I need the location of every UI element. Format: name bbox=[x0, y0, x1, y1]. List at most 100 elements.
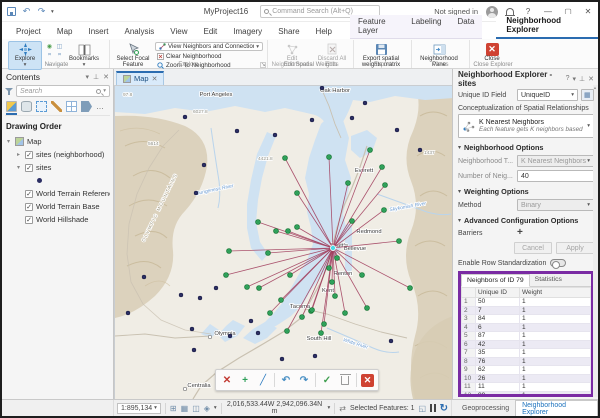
conceptualization-combo[interactable]: K Nearest Neighbors Each feature gets K … bbox=[458, 114, 594, 138]
site-point[interactable] bbox=[194, 191, 198, 195]
site-point[interactable] bbox=[198, 296, 202, 300]
table-row[interactable]: 11111 bbox=[462, 383, 591, 392]
neighbor-point[interactable] bbox=[266, 251, 271, 256]
section-neighborhood-options[interactable]: ▾ Neighborhood Options bbox=[458, 143, 594, 152]
map-document-tab[interactable]: Map ✕ bbox=[116, 71, 164, 85]
contents-search-input[interactable]: Search ▾ bbox=[16, 85, 110, 97]
tab-edit[interactable]: Edit bbox=[195, 25, 225, 39]
site-point[interactable] bbox=[320, 86, 324, 90]
tree-item-world-terrain-base[interactable]: ✓World Terrain Base bbox=[5, 200, 110, 213]
site-point[interactable] bbox=[389, 339, 393, 343]
table-header-rownum[interactable] bbox=[462, 288, 476, 298]
layer-visibility-checkbox[interactable]: ✓ bbox=[25, 190, 33, 198]
attribute-table-icon[interactable]: ◱ bbox=[419, 404, 427, 413]
tree-item-sites[interactable]: ▾✓sites bbox=[5, 161, 110, 174]
site-point[interactable] bbox=[273, 133, 277, 137]
selected-features-count[interactable]: Selected Features: 1 bbox=[350, 405, 415, 412]
tab-map[interactable]: Map bbox=[49, 25, 81, 39]
panel-menu-icon[interactable]: ▾ bbox=[573, 75, 577, 83]
expander-icon[interactable]: ▸ bbox=[15, 151, 22, 158]
table-header-unique-id[interactable]: Unique ID bbox=[476, 288, 520, 298]
neighbor-point[interactable] bbox=[300, 315, 305, 320]
unique-id-combo[interactable]: UniqueID ▾ bbox=[517, 89, 578, 101]
tree-item-map[interactable]: ▾Map bbox=[5, 135, 110, 148]
full-extent-icon[interactable]: ◉ bbox=[45, 43, 54, 51]
undo-icon[interactable]: ↶ bbox=[21, 6, 32, 17]
neighbor-point[interactable] bbox=[256, 220, 261, 225]
expander-icon[interactable]: ▾ bbox=[15, 164, 22, 171]
tab-imagery[interactable]: Imagery bbox=[225, 25, 270, 39]
site-point[interactable] bbox=[235, 129, 239, 133]
explore-group-launcher[interactable]: ↘ bbox=[260, 62, 266, 68]
neighbor-point[interactable] bbox=[346, 181, 351, 186]
table-row[interactable]: 461 bbox=[462, 323, 591, 332]
contents-menu-icon[interactable]: ▾ bbox=[86, 73, 90, 81]
neighbor-point[interactable] bbox=[382, 208, 387, 213]
remove-neighbor-button[interactable]: ✕ bbox=[220, 373, 234, 387]
neighbor-point[interactable] bbox=[397, 239, 402, 244]
table-row[interactable]: 9621 bbox=[462, 366, 591, 375]
site-point[interactable] bbox=[214, 286, 218, 290]
panel-pin-icon[interactable]: ⊥ bbox=[579, 75, 585, 83]
tree-item-world-hillshade[interactable]: ✓World Hillshade bbox=[5, 213, 110, 226]
site-point[interactable] bbox=[418, 148, 422, 152]
neighbor-point[interactable] bbox=[274, 229, 279, 234]
contents-close-icon[interactable]: ✕ bbox=[103, 73, 109, 81]
neighbor-point[interactable] bbox=[327, 155, 332, 160]
tab-labeling[interactable]: Labeling bbox=[403, 15, 449, 38]
neighbor-point[interactable] bbox=[408, 286, 413, 291]
site-point[interactable] bbox=[183, 115, 187, 119]
more-views-icon[interactable]: … bbox=[96, 102, 105, 111]
refresh-map-icon[interactable]: ↻ bbox=[440, 403, 448, 414]
layer-visibility-checkbox[interactable]: ✓ bbox=[25, 164, 33, 172]
table-row[interactable]: 8761 bbox=[462, 357, 591, 366]
neighbor-point[interactable] bbox=[327, 266, 332, 271]
neighbor-point[interactable] bbox=[360, 273, 365, 278]
notifications-icon[interactable] bbox=[506, 8, 514, 16]
list-by-snapping-icon[interactable] bbox=[66, 101, 77, 112]
fixed-zoom-icon[interactable]: ◫ bbox=[55, 43, 64, 51]
site-point[interactable] bbox=[142, 275, 146, 279]
site-point[interactable] bbox=[126, 311, 130, 315]
map-coordinates[interactable]: 2,016,533.44W 2,942,096.34N m bbox=[226, 401, 324, 415]
tab-insert[interactable]: Insert bbox=[80, 25, 116, 39]
neighbor-point[interactable] bbox=[295, 191, 300, 196]
neighbor-point[interactable] bbox=[286, 229, 291, 234]
list-by-drawing-order-icon[interactable] bbox=[6, 101, 17, 112]
tab-analysis[interactable]: Analysis bbox=[116, 25, 162, 39]
view-neighbors-dropdown[interactable]: View Neighbors and Connections ▾ bbox=[155, 42, 263, 51]
neighbor-point[interactable] bbox=[310, 308, 315, 313]
delete-edits-button[interactable] bbox=[338, 373, 352, 387]
table-row[interactable]: 271 bbox=[462, 306, 591, 315]
table-row[interactable]: 10261 bbox=[462, 374, 591, 383]
panel-scrollbar[interactable] bbox=[593, 85, 598, 397]
site-point[interactable] bbox=[249, 319, 253, 323]
site-point[interactable] bbox=[363, 101, 367, 105]
neighbor-point[interactable] bbox=[383, 183, 388, 188]
neighbor-point[interactable] bbox=[368, 148, 373, 153]
neighbor-point[interactable] bbox=[288, 273, 293, 278]
neighbor-point[interactable] bbox=[319, 331, 324, 336]
panel-help-icon[interactable]: ? bbox=[566, 75, 570, 83]
site-point[interactable] bbox=[228, 334, 232, 338]
close-explorer-button[interactable]: ✕ Close bbox=[474, 41, 510, 64]
tab-view[interactable]: View bbox=[162, 25, 195, 39]
neighborhood-type-combo[interactable]: K Nearest Neighbors ▾ bbox=[517, 155, 594, 167]
pause-drawing-button[interactable] bbox=[430, 404, 436, 412]
table-row[interactable]: 7351 bbox=[462, 349, 591, 358]
tree-item-sites-neighborhood-[interactable]: ▸✓sites (neighborhood) bbox=[5, 148, 110, 161]
neighbor-point[interactable] bbox=[335, 256, 340, 261]
clear-neighborhood-button[interactable]: Clear Neighborhood bbox=[155, 52, 263, 60]
pane-tab-geoprocessing[interactable]: Geoprocessing bbox=[456, 400, 515, 416]
site-point[interactable] bbox=[256, 331, 260, 335]
site-point[interactable] bbox=[179, 293, 183, 297]
tab-neighborhood-explorer[interactable]: Neighborhood Explorer bbox=[496, 14, 598, 39]
redo-icon[interactable]: ↷ bbox=[36, 6, 47, 17]
navigator-icon[interactable]: ◈ bbox=[204, 404, 210, 413]
number-of-neighbors-input[interactable]: 40 bbox=[517, 170, 594, 182]
table-row[interactable]: 6421 bbox=[462, 340, 591, 349]
split-view-icon[interactable]: ◫ bbox=[192, 404, 200, 413]
map-scale-combo[interactable]: 1:895,134 ▾ bbox=[117, 403, 161, 414]
neighbor-point[interactable] bbox=[285, 329, 290, 334]
list-by-data-source-icon[interactable] bbox=[21, 101, 32, 112]
